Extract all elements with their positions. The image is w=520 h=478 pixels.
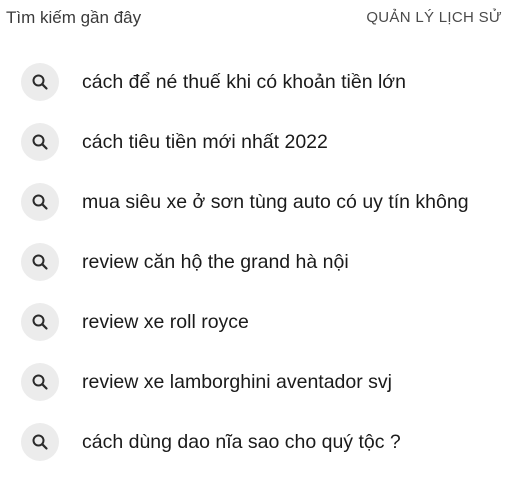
search-icon bbox=[21, 303, 59, 341]
search-icon bbox=[21, 363, 59, 401]
recent-search-label: cách dùng dao nĩa sao cho quý tộc ? bbox=[82, 431, 401, 453]
search-icon bbox=[21, 423, 59, 461]
recent-searches-header: Tìm kiếm gần đây QUẢN LÝ LỊCH SỬ bbox=[0, 6, 520, 30]
recent-search-label: review xe lamborghini aventador svj bbox=[82, 371, 392, 393]
recent-search-label: cách để né thuế khi có khoản tiền lớn bbox=[82, 71, 406, 93]
recent-searches-title: Tìm kiếm gần đây bbox=[6, 8, 142, 27]
recent-search-label: mua siêu xe ở sơn tùng auto có uy tín kh… bbox=[82, 191, 469, 213]
search-icon bbox=[21, 123, 59, 161]
recent-search-item[interactable]: cách dùng dao nĩa sao cho quý tộc ? bbox=[0, 412, 520, 472]
search-icon bbox=[21, 183, 59, 221]
recent-search-item[interactable]: review xe lamborghini aventador svj bbox=[0, 352, 520, 412]
recent-search-item[interactable]: mua siêu xe ở sơn tùng auto có uy tín kh… bbox=[0, 172, 520, 232]
recent-searches-list: cách để né thuế khi có khoản tiền lớn cá… bbox=[0, 52, 520, 472]
recent-search-label: review xe roll royce bbox=[82, 311, 249, 333]
manage-history-button[interactable]: QUẢN LÝ LỊCH SỬ bbox=[366, 6, 502, 30]
search-icon bbox=[21, 63, 59, 101]
recent-search-item[interactable]: review xe roll royce bbox=[0, 292, 520, 352]
search-icon bbox=[21, 243, 59, 281]
recent-search-label: review căn hộ the grand hà nội bbox=[82, 251, 349, 273]
recent-search-item[interactable]: cách tiêu tiền mới nhất 2022 bbox=[0, 112, 520, 172]
recent-search-item[interactable]: review căn hộ the grand hà nội bbox=[0, 232, 520, 292]
recent-search-label: cách tiêu tiền mới nhất 2022 bbox=[82, 131, 328, 153]
recent-search-item[interactable]: cách để né thuế khi có khoản tiền lớn bbox=[0, 52, 520, 112]
